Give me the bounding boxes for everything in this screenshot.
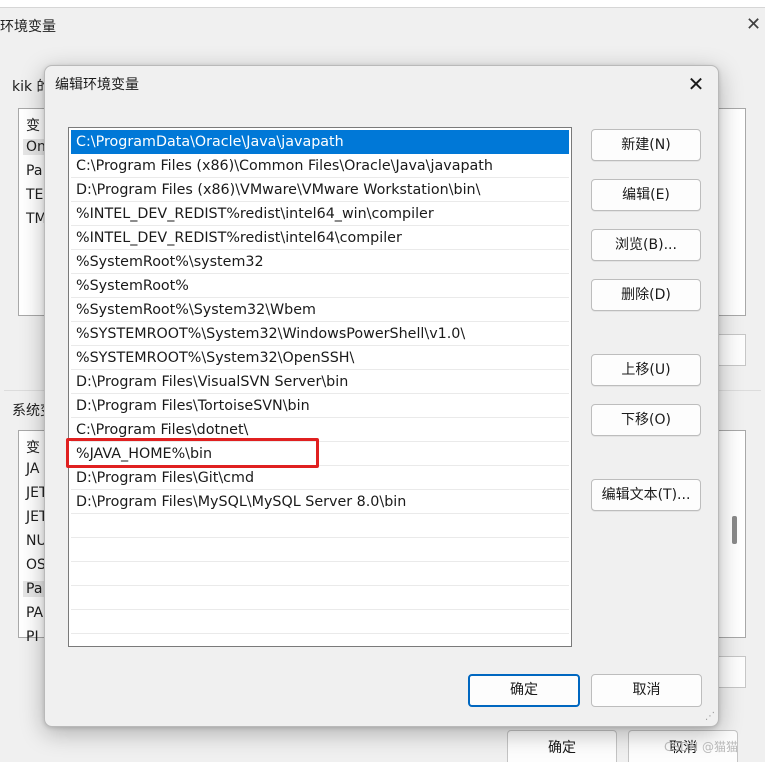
move-up-button[interactable]: 上移(U) xyxy=(591,354,701,386)
edit-button[interactable]: 编辑(E) xyxy=(591,179,701,211)
edit-environment-variable-dialog: 编辑环境变量 ✕ C:\ProgramData\Oracle\Java\java… xyxy=(44,65,719,727)
edit-text-button[interactable]: 编辑文本(T)... xyxy=(591,479,701,511)
user-variables-list-edge xyxy=(718,108,746,316)
list-item[interactable]: PI xyxy=(26,629,39,645)
path-item-text: %SystemRoot% xyxy=(76,278,189,294)
path-item[interactable]: %SystemRoot% xyxy=(71,274,569,298)
path-item-text: %SYSTEMROOT%\System32\WindowsPowerShell\… xyxy=(76,326,466,342)
path-item-text: %JAVA_HOME%\bin xyxy=(76,446,213,462)
path-item[interactable]: %INTEL_DEV_REDIST%redist\intel64_win\com… xyxy=(71,202,569,226)
path-item-text: C:\Program Files (x86)\Common Files\Orac… xyxy=(76,158,493,174)
close-icon[interactable]: ✕ xyxy=(681,70,711,98)
resize-grip-icon[interactable]: ⋰ xyxy=(705,711,717,723)
list-item[interactable]: Pa xyxy=(26,163,42,179)
ok-button[interactable]: 确定 xyxy=(468,674,580,707)
empty-row[interactable] xyxy=(71,514,569,538)
system-variables-button[interactable] xyxy=(718,656,746,688)
path-item[interactable]: %SystemRoot%\System32\Wbem xyxy=(71,298,569,322)
delete-button[interactable]: 删除(D) xyxy=(591,279,701,311)
path-item-text: D:\Program Files\Git\cmd xyxy=(76,470,255,486)
path-item-text: %INTEL_DEV_REDIST%redist\intel64_win\com… xyxy=(76,206,434,222)
background-ok-button[interactable]: 确定 xyxy=(507,730,617,762)
path-item-text: %INTEL_DEV_REDIST%redist\intel64\compile… xyxy=(76,230,402,246)
cancel-button[interactable]: 取消 xyxy=(591,674,702,707)
path-item-text: %SystemRoot%\system32 xyxy=(76,254,264,270)
watermark: CSDN @猫猫 xyxy=(664,740,739,754)
empty-row[interactable] xyxy=(71,538,569,562)
dialog-title: 编辑环境变量 xyxy=(55,77,139,93)
background-dialog-title: 环境变量 xyxy=(0,19,56,35)
path-item-text: C:\ProgramData\Oracle\Java\javapath xyxy=(76,134,344,150)
list-item[interactable]: 变 xyxy=(26,437,40,457)
path-item[interactable]: D:\Program Files\Git\cmd xyxy=(71,466,569,490)
list-item[interactable]: OS xyxy=(26,557,46,573)
path-item[interactable]: D:\Program Files (x86)\VMware\VMware Wor… xyxy=(71,178,569,202)
path-item[interactable]: C:\Program Files\dotnet\ xyxy=(71,418,569,442)
path-item[interactable]: %SYSTEMROOT%\System32\WindowsPowerShell\… xyxy=(71,322,569,346)
path-item-text: %SYSTEMROOT%\System32\OpenSSH\ xyxy=(76,350,355,366)
list-item[interactable]: 变 xyxy=(26,115,40,135)
move-down-button[interactable]: 下移(O) xyxy=(591,404,701,436)
path-item[interactable]: %SYSTEMROOT%\System32\OpenSSH\ xyxy=(71,346,569,370)
empty-row[interactable] xyxy=(71,586,569,610)
path-item[interactable]: C:\ProgramData\Oracle\Java\javapath xyxy=(71,130,569,154)
new-button[interactable]: 新建(N) xyxy=(591,129,701,161)
background-close-icon[interactable]: ✕ xyxy=(746,14,761,35)
empty-row[interactable] xyxy=(71,562,569,586)
path-item[interactable]: C:\Program Files (x86)\Common Files\Orac… xyxy=(71,154,569,178)
path-list[interactable]: C:\ProgramData\Oracle\Java\javapath C:\Pr… xyxy=(68,127,572,647)
path-item-text: D:\Program Files (x86)\VMware\VMware Wor… xyxy=(76,182,481,198)
list-item[interactable]: TE xyxy=(26,187,43,203)
list-item[interactable]: PA xyxy=(26,605,43,621)
empty-row[interactable] xyxy=(71,610,569,634)
list-item[interactable]: JA xyxy=(26,461,39,477)
user-variables-button[interactable] xyxy=(718,334,746,366)
path-item[interactable]: D:\Program Files\VisualSVN Server\bin xyxy=(71,370,569,394)
path-item-text: %SystemRoot%\System32\Wbem xyxy=(76,302,316,318)
path-item-text: C:\Program Files\dotnet\ xyxy=(76,422,249,438)
path-item[interactable]: %JAVA_HOME%\bin xyxy=(71,442,569,466)
path-item[interactable]: D:\Program Files\MySQL\MySQL Server 8.0\… xyxy=(71,490,569,514)
scrollbar-thumb[interactable] xyxy=(732,516,737,544)
path-item[interactable]: %SystemRoot%\system32 xyxy=(71,250,569,274)
path-item-text: D:\Program Files\TortoiseSVN\bin xyxy=(76,398,310,414)
browse-button[interactable]: 浏览(B)... xyxy=(591,229,701,261)
path-item-text: D:\Program Files\MySQL\MySQL Server 8.0\… xyxy=(76,494,407,510)
path-item-text: D:\Program Files\VisualSVN Server\bin xyxy=(76,374,349,390)
path-item[interactable]: D:\Program Files\TortoiseSVN\bin xyxy=(71,394,569,418)
path-item[interactable]: %INTEL_DEV_REDIST%redist\intel64\compile… xyxy=(71,226,569,250)
background-top-bar xyxy=(0,0,765,8)
